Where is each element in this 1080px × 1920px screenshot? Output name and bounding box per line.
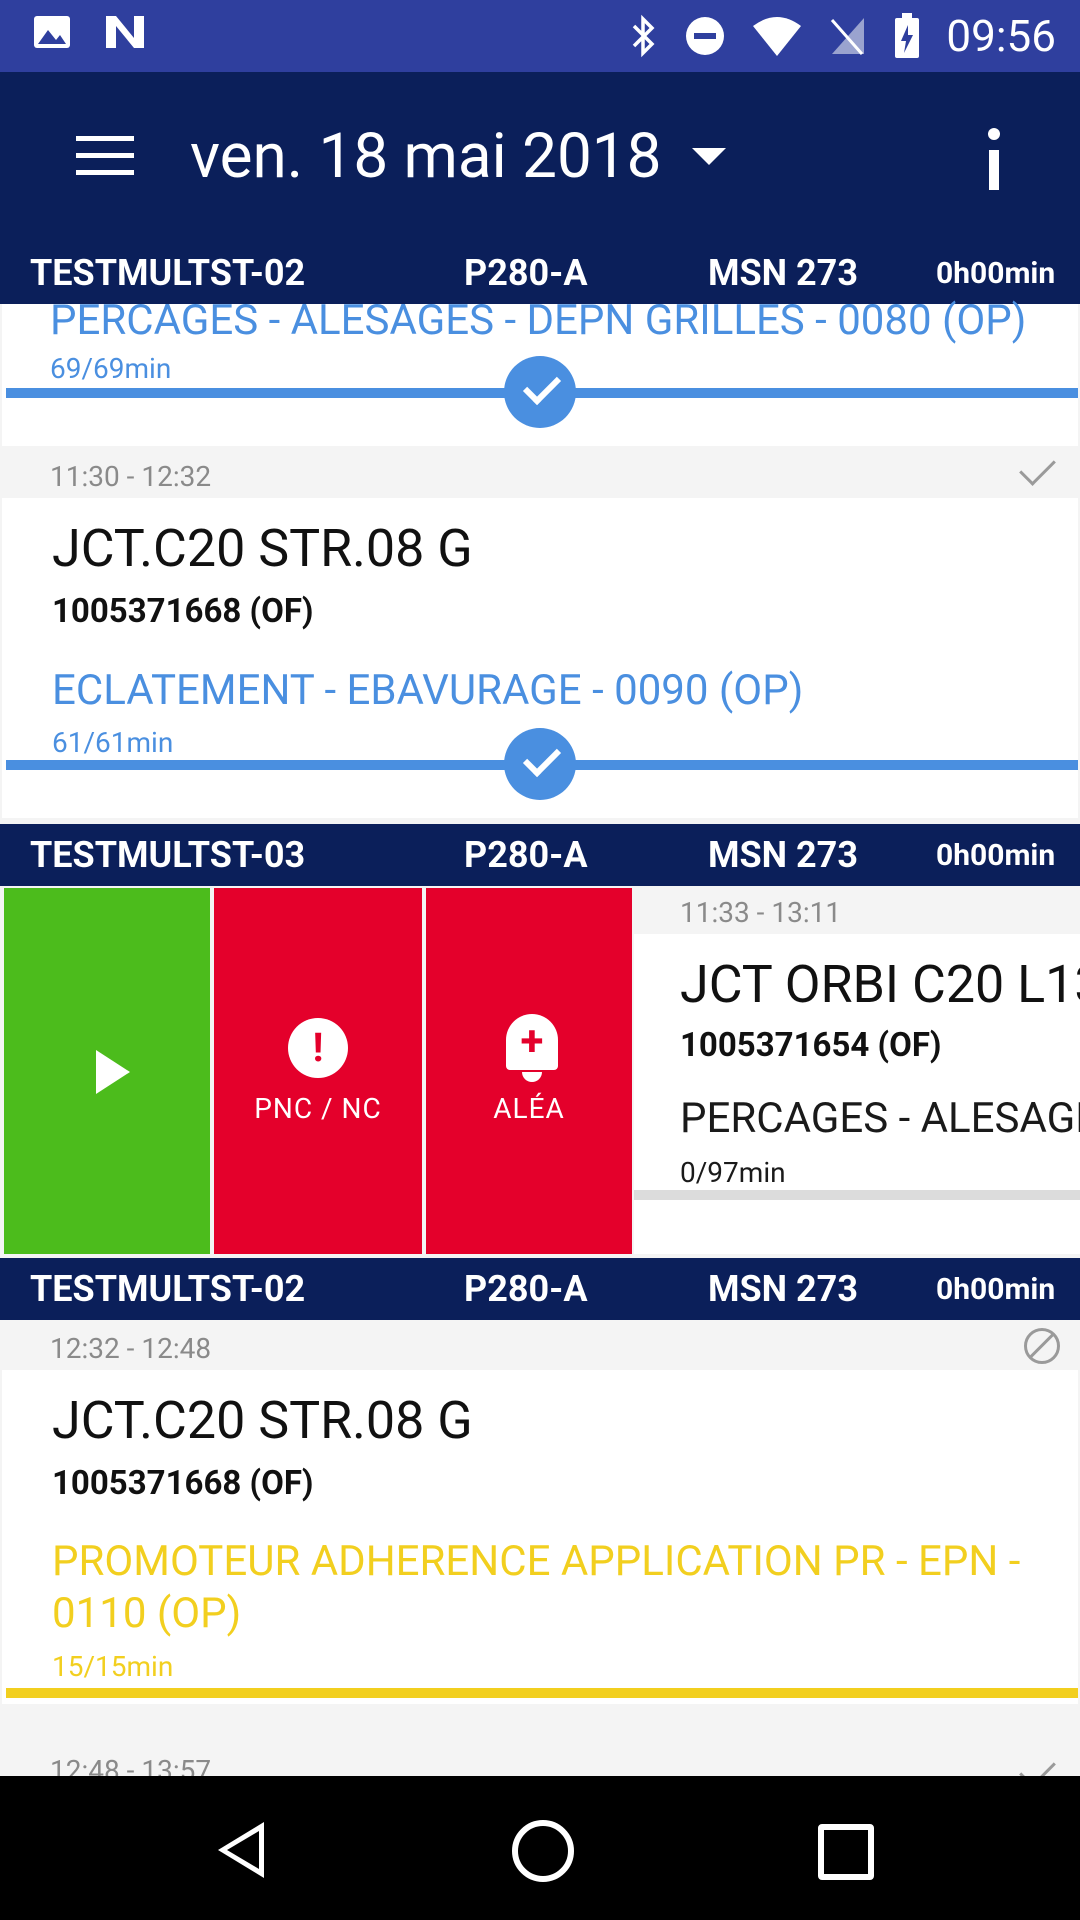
time-strip: 12:32 - 12:48 bbox=[0, 1324, 1080, 1370]
no-sim-icon bbox=[831, 18, 865, 55]
group-model: P280-A bbox=[464, 834, 588, 876]
time-strip: 11:33 - 13:11 bbox=[634, 888, 1080, 934]
of-number: 1005371654 (OF) bbox=[680, 1026, 942, 1065]
alarm-bell-icon: + bbox=[506, 1014, 558, 1082]
home-icon[interactable] bbox=[512, 1820, 574, 1882]
start-button[interactable] bbox=[4, 888, 210, 1254]
time-range: 12:32 - 12:48 bbox=[50, 1332, 212, 1365]
menu-icon[interactable] bbox=[76, 136, 134, 180]
alert-badge-icon: ! bbox=[288, 1018, 348, 1078]
image-icon bbox=[34, 16, 70, 48]
progress-bar bbox=[6, 1688, 1078, 1698]
dnd-icon bbox=[686, 17, 725, 55]
n-icon bbox=[106, 16, 144, 48]
group-header: TESTMULTST-02 P280-A MSN 273 0h00min bbox=[0, 1258, 1080, 1320]
operation-label: PERCAGES - ALESAGES bbox=[680, 1094, 1080, 1143]
progress-bar bbox=[634, 1190, 1080, 1200]
task-title: JCT.C20 STR.08 G bbox=[52, 518, 473, 579]
time-range: 12:48 - 13:57 bbox=[50, 1754, 212, 1776]
task-card[interactable]: JCT.C20 STR.08 G 1005371668 (OF) PROMOTE… bbox=[2, 1370, 1078, 1704]
time-strip: 11:30 - 12:32 bbox=[0, 449, 1080, 498]
time-range: 11:33 - 13:11 bbox=[680, 896, 842, 929]
date-selector[interactable]: ven. 18 mai 2018 bbox=[190, 120, 661, 193]
group-model: P280-A bbox=[464, 1268, 588, 1310]
group-model: P280-A bbox=[464, 252, 588, 294]
task-body: JCT ORBI C20 L13 1005371654 (OF) PERCAGE… bbox=[634, 934, 1080, 1254]
alea-button[interactable]: + ALÉA bbox=[426, 888, 632, 1254]
completed-check-icon bbox=[504, 356, 576, 428]
pnc-nc-label: PNC / NC bbox=[254, 1092, 382, 1125]
dropdown-caret-icon[interactable] bbox=[692, 148, 726, 165]
alea-label: ALÉA bbox=[493, 1092, 565, 1125]
back-icon[interactable] bbox=[218, 1822, 264, 1878]
play-icon bbox=[96, 1050, 130, 1094]
group-name: TESTMULTST-02 bbox=[30, 252, 306, 294]
pnc-nc-button[interactable]: ! PNC / NC bbox=[214, 888, 422, 1254]
minutes-label: 61/61min bbox=[52, 726, 174, 759]
group-name: TESTMULTST-02 bbox=[30, 1268, 306, 1310]
group-name: TESTMULTST-03 bbox=[30, 834, 306, 876]
task-card-partial[interactable]: PERCAGES - ALESAGES - DEPN GRILLES - 008… bbox=[2, 296, 1078, 446]
group-msn: MSN 273 bbox=[708, 834, 858, 876]
group-duration: 0h00min bbox=[936, 838, 1056, 873]
minutes-label: 0/97min bbox=[680, 1156, 786, 1189]
task-card[interactable]: JCT.C20 STR.08 G 1005371668 (OF) ECLATEM… bbox=[2, 498, 1078, 818]
info-icon[interactable] bbox=[964, 128, 1024, 198]
app-bar: ven. 18 mai 2018 bbox=[0, 72, 1080, 250]
task-title: JCT ORBI C20 L13 bbox=[680, 954, 1080, 1015]
sticky-group-header: TESTMULTST-02 P280-A MSN 273 0h00min bbox=[0, 242, 1080, 304]
navigation-bar bbox=[0, 1776, 1080, 1920]
time-range: 11:30 - 12:32 bbox=[50, 460, 212, 493]
completed-check-icon bbox=[504, 728, 576, 800]
group-duration: 0h00min bbox=[936, 1272, 1056, 1307]
operation-label: PROMOTEUR ADHERENCE APPLICATION PR - EPN… bbox=[52, 1537, 1021, 1638]
bluetooth-icon bbox=[633, 14, 655, 58]
time-strip: 12:48 - 13:57 bbox=[0, 1742, 1080, 1776]
status-bar: 09:56 bbox=[0, 0, 1080, 72]
minutes-label: 15/15min bbox=[52, 1650, 174, 1683]
group-msn: MSN 273 bbox=[708, 252, 858, 294]
group-header: TESTMULTST-03 P280-A MSN 273 0h00min bbox=[0, 824, 1080, 886]
minutes-label: 69/69min bbox=[50, 352, 172, 385]
operation-label: ECLATEMENT - EBAVURAGE - 0090 (OP) bbox=[52, 666, 804, 715]
task-card-swiped[interactable]: 11:33 - 13:11 JCT ORBI C20 L13 100537165… bbox=[634, 888, 1080, 1254]
done-check-icon bbox=[1019, 1751, 1056, 1776]
wifi-icon bbox=[753, 17, 802, 56]
of-number: 1005371668 (OF) bbox=[52, 592, 314, 631]
group-msn: MSN 273 bbox=[708, 1268, 858, 1310]
recent-apps-icon[interactable] bbox=[818, 1824, 874, 1880]
battery-icon bbox=[895, 13, 920, 58]
blocked-icon bbox=[1024, 1328, 1060, 1364]
task-title: JCT.C20 STR.08 G bbox=[52, 1390, 473, 1451]
clock: 09:56 bbox=[946, 10, 1056, 62]
done-check-icon bbox=[1019, 449, 1056, 486]
operation-label: PERCAGES - ALESAGES - DEPN GRILLES - 008… bbox=[50, 296, 1027, 345]
of-number: 1005371668 (OF) bbox=[52, 1464, 314, 1503]
group-duration: 0h00min bbox=[936, 256, 1056, 291]
